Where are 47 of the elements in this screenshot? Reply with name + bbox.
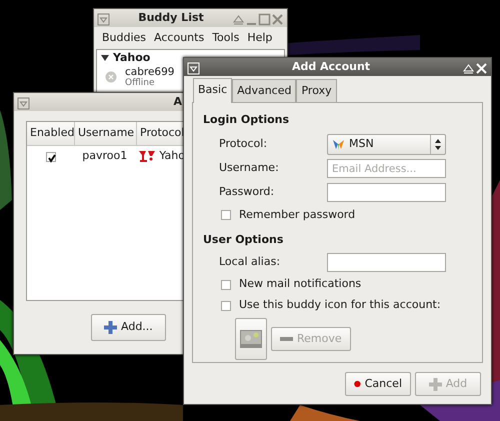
checkbox[interactable] — [221, 300, 231, 310]
checkbox-label[interactable]: Remember password — [239, 206, 356, 224]
butterfly-icon — [332, 138, 345, 150]
column-header[interactable]: Protocol — [137, 122, 185, 146]
field-label: Username: — [219, 160, 280, 176]
password-field[interactable] — [327, 183, 446, 202]
checkbox-label[interactable]: Use this buddy icon for this account: — [239, 297, 441, 314]
checkbox[interactable] — [221, 210, 231, 220]
offline-icon — [105, 71, 117, 84]
plus-icon — [104, 320, 117, 334]
group-name[interactable]: Yahoo — [113, 50, 150, 66]
window-title: Buddy List — [137, 10, 205, 26]
protocol-dropdown[interactable]: MSN — [327, 134, 446, 155]
window-title: Add Account — [290, 58, 372, 75]
menu-item[interactable]: Tools — [208, 29, 244, 48]
checkbox-label[interactable]: New mail notifications — [239, 276, 362, 293]
expander-icon[interactable] — [101, 54, 109, 62]
checkbox[interactable] — [221, 280, 231, 290]
cancel-button[interactable]: Cancel — [345, 372, 411, 396]
menu-item[interactable]: Buddies — [98, 29, 150, 48]
alias-field[interactable] — [327, 252, 446, 272]
close-icon[interactable] — [475, 60, 488, 74]
buddy-icon-button[interactable] — [235, 318, 267, 360]
field-label: Local alias: — [219, 254, 282, 270]
column-header[interactable]: Enabled — [27, 122, 75, 146]
checkbox[interactable] — [46, 152, 56, 162]
plus-icon — [428, 378, 442, 390]
menu-item[interactable]: Accounts — [150, 29, 208, 48]
section-heading: User Options — [203, 232, 284, 248]
add-button[interactable]: Add... — [91, 314, 166, 340]
protocol-icon — [139, 151, 156, 162]
image-icon — [240, 330, 262, 348]
maximize-icon[interactable] — [258, 12, 271, 24]
buddy-status: Offline — [125, 78, 156, 88]
section-heading: Login Options — [203, 112, 290, 128]
window-title: A — [172, 94, 182, 110]
menu-item[interactable]: Help — [243, 29, 276, 48]
column-header[interactable]: Username — [75, 122, 137, 146]
tab[interactable]: Advanced — [232, 78, 296, 102]
field-label: Password: — [219, 184, 276, 200]
tab[interactable]: Basic — [193, 78, 232, 103]
tab[interactable]: Proxy — [296, 78, 337, 102]
username-field[interactable]: Email Address... — [327, 159, 446, 178]
buddy-name[interactable]: cabre699 — [125, 66, 174, 78]
minus-icon — [280, 337, 293, 341]
table-cell-text: pavroo1 — [81, 148, 128, 164]
field-label: Protocol: — [219, 136, 268, 152]
